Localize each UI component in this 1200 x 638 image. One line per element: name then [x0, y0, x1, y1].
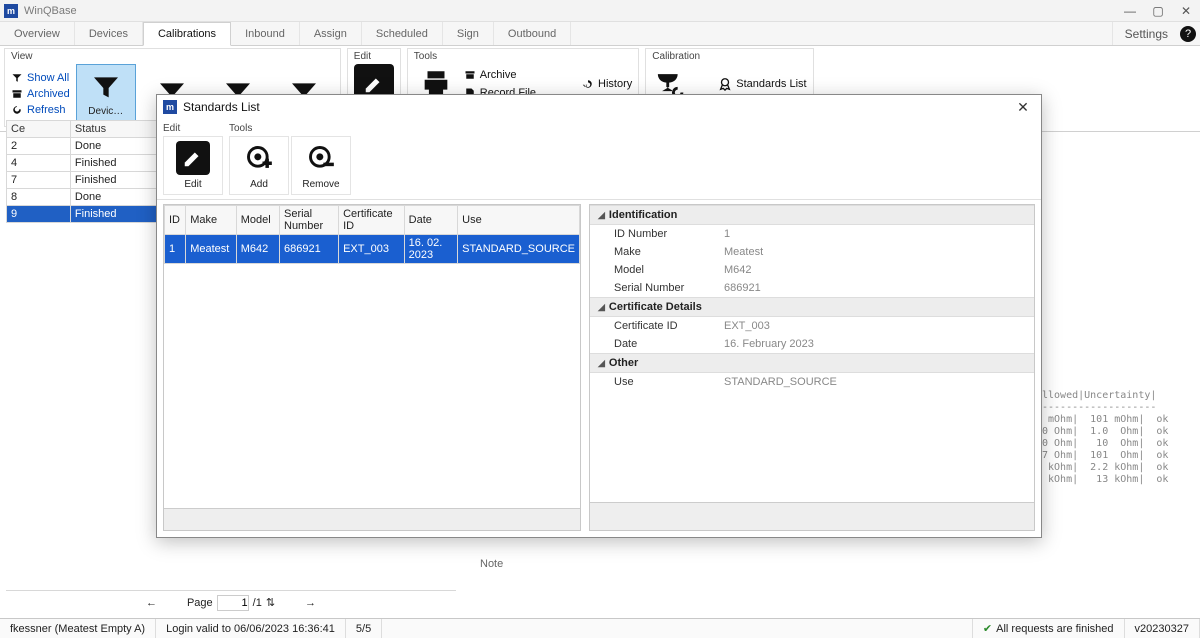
ribbon-group-calibration-title: Calibration [652, 51, 806, 62]
detail-use: UseSTANDARD_SOURCE [590, 373, 1034, 391]
funnel-icon [90, 72, 122, 104]
history-icon [582, 78, 594, 90]
section-other[interactable]: ◢Other [590, 353, 1034, 373]
tab-calibrations[interactable]: Calibrations [143, 22, 231, 46]
dialog-close-button[interactable]: ✕ [1011, 99, 1035, 116]
ribbon-group-tools-title: Tools [414, 51, 632, 62]
grid-footer: ← Page /1 ⇅ → [6, 590, 456, 614]
dialog-add-button[interactable]: Add [229, 136, 289, 195]
archived-icon [11, 88, 23, 100]
tab-assign[interactable]: Assign [300, 22, 362, 45]
dialog-ribbon-tools-group: Tools Add Remove [229, 123, 351, 195]
chevron-down-icon: ◢ [598, 210, 605, 221]
app-icon: m [4, 4, 18, 18]
main-tab-bar: Overview Devices Calibrations Inbound As… [0, 22, 1200, 46]
badge-icon [718, 77, 732, 91]
archive-button[interactable]: Archive [464, 67, 536, 83]
section-certificate[interactable]: ◢Certificate Details [590, 297, 1034, 317]
col-ce[interactable]: Ce [7, 121, 71, 138]
tab-overview[interactable]: Overview [0, 22, 75, 45]
dialog-ribbon: Edit Edit Tools Add Remove [157, 119, 1041, 200]
col-make[interactable]: Make [186, 206, 237, 235]
standards-list-button[interactable]: Standards List [718, 75, 806, 93]
chevron-down-icon: ◢ [598, 358, 605, 369]
dialog-edit-label: Edit [184, 179, 201, 190]
pager-spin[interactable]: ⇅ [266, 596, 275, 609]
dialog-edit-button[interactable]: Edit [163, 136, 223, 195]
detail-cert-id: Certificate IDEXT_003 [590, 317, 1034, 335]
app-icon: m [163, 100, 177, 114]
table-row[interactable]: 1 Meatest M642 686921 EXT_003 16. 02. 20… [165, 235, 580, 264]
note-label: Note [480, 558, 503, 570]
standard-details-panel: ◢Identification ID Number1 MakeMeatest M… [589, 204, 1035, 531]
status-login: Login valid to 06/06/2023 16:36:41 [156, 619, 346, 638]
detail-date: Date16. February 2023 [590, 335, 1034, 353]
pager-input[interactable] [217, 595, 249, 611]
section-identification[interactable]: ◢Identification [590, 205, 1034, 225]
pager-next[interactable]: → [305, 597, 316, 609]
refresh-icon [11, 104, 23, 116]
window-maximize-button[interactable]: ▢ [1144, 0, 1172, 22]
status-version: v20230327 [1125, 619, 1200, 638]
tab-outbound[interactable]: Outbound [494, 22, 571, 45]
col-date[interactable]: Date [404, 206, 457, 235]
col-id[interactable]: ID [165, 206, 186, 235]
dialog-add-label: Add [250, 179, 268, 190]
tab-scheduled[interactable]: Scheduled [362, 22, 443, 45]
title-bar: m WinQBase — ▢ ✕ [0, 0, 1200, 22]
details-footer [590, 502, 1034, 530]
ribbon-group-view-title: View [11, 51, 334, 62]
status-bar: fkessner (Meatest Empty A) Login valid t… [0, 618, 1200, 638]
tab-inbound[interactable]: Inbound [231, 22, 300, 45]
window-title: WinQBase [24, 5, 1116, 17]
standards-table: ID Make Model Serial Number Certificate … [163, 204, 581, 531]
dialog-title: Standards List [183, 100, 260, 114]
dialog-ribbon-tools-title: Tools [229, 123, 351, 134]
show-all-button[interactable]: Show All [11, 71, 70, 85]
filter-devices-button[interactable]: Devic… [76, 64, 136, 124]
dialog-ribbon-edit-group: Edit Edit [163, 123, 223, 195]
pager-label: Page [187, 597, 213, 609]
detail-id-number: ID Number1 [590, 225, 1034, 243]
dialog-ribbon-edit-title: Edit [163, 123, 223, 134]
pencil-icon [363, 73, 385, 95]
history-button[interactable]: History [582, 76, 632, 92]
col-model[interactable]: Model [236, 206, 279, 235]
show-all-icon [11, 72, 23, 84]
window-close-button[interactable]: ✕ [1172, 0, 1200, 22]
target-minus-icon [307, 144, 335, 172]
status-count: 5/5 [346, 619, 382, 638]
pager-total: /1 [253, 597, 262, 609]
status-requests: ✔All requests are finished [973, 619, 1125, 638]
dialog-title-bar: m Standards List ✕ [157, 95, 1041, 119]
detail-model: ModelM642 [590, 261, 1034, 279]
detail-make: MakeMeatest [590, 243, 1034, 261]
filter-devices-label: Devic… [88, 106, 123, 117]
archived-button[interactable]: Archived [11, 87, 70, 101]
standards-table-footer [164, 508, 580, 530]
col-use[interactable]: Use [458, 206, 580, 235]
refresh-button[interactable]: Refresh [11, 103, 70, 117]
dialog-remove-label: Remove [302, 179, 339, 190]
dialog-remove-button[interactable]: Remove [291, 136, 351, 195]
help-button[interactable]: ? [1180, 26, 1196, 42]
pencil-icon [182, 147, 204, 169]
archive-icon [464, 69, 476, 81]
tab-devices[interactable]: Devices [75, 22, 143, 45]
chevron-down-icon: ◢ [598, 302, 605, 313]
ribbon-group-edit-title: Edit [354, 51, 394, 62]
result-log: llowed|Uncertainty| ------------------- … [1042, 390, 1192, 486]
col-serial[interactable]: Serial Number [280, 206, 339, 235]
settings-button[interactable]: Settings [1112, 22, 1180, 45]
col-cert[interactable]: Certificate ID [339, 206, 405, 235]
detail-serial: Serial Number686921 [590, 279, 1034, 297]
target-plus-icon [245, 144, 273, 172]
standards-list-dialog: m Standards List ✕ Edit Edit Tools Add [156, 94, 1042, 538]
window-minimize-button[interactable]: — [1116, 0, 1144, 22]
pager-prev[interactable]: ← [146, 597, 157, 609]
status-user: fkessner (Meatest Empty A) [0, 619, 156, 638]
check-icon: ✔ [983, 622, 992, 635]
tab-sign[interactable]: Sign [443, 22, 494, 45]
